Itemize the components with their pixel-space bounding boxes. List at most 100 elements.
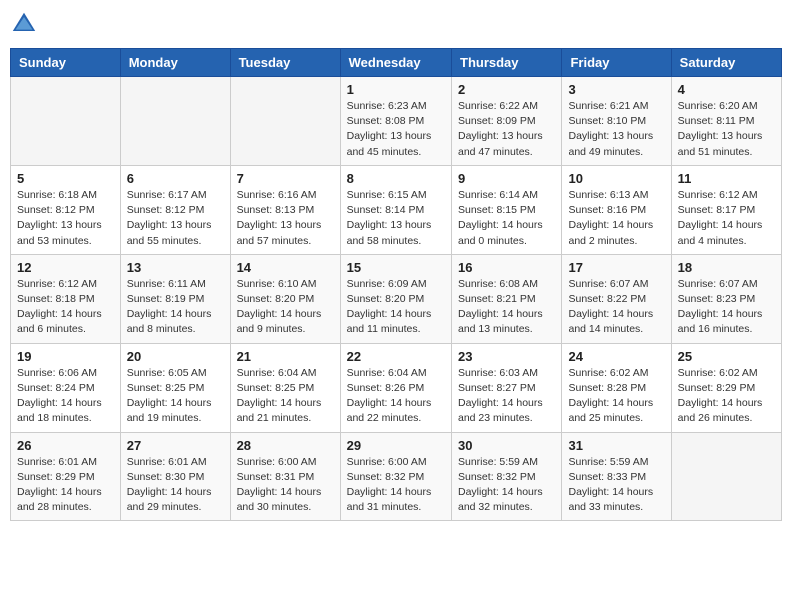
day-info: Sunrise: 6:11 AMSunset: 8:19 PMDaylight:… [127, 277, 224, 338]
calendar-week-row: 1 Sunrise: 6:23 AMSunset: 8:08 PMDaylight… [11, 77, 782, 166]
calendar-day-cell: 25 Sunrise: 6:02 AMSunset: 8:29 PMDayligh… [671, 343, 781, 432]
day-number: 6 [127, 171, 224, 186]
day-info: Sunrise: 6:17 AMSunset: 8:12 PMDaylight:… [127, 188, 224, 249]
calendar-week-row: 26 Sunrise: 6:01 AMSunset: 8:29 PMDayligh… [11, 432, 782, 521]
day-number: 2 [458, 82, 555, 97]
day-of-week-header: Thursday [452, 49, 562, 77]
calendar-day-cell: 6 Sunrise: 6:17 AMSunset: 8:12 PMDaylight… [120, 165, 230, 254]
calendar-day-cell: 24 Sunrise: 6:02 AMSunset: 8:28 PMDayligh… [562, 343, 671, 432]
calendar-day-cell: 29 Sunrise: 6:00 AMSunset: 8:32 PMDayligh… [340, 432, 451, 521]
day-info: Sunrise: 6:16 AMSunset: 8:13 PMDaylight:… [237, 188, 334, 249]
calendar-day-cell: 16 Sunrise: 6:08 AMSunset: 8:21 PMDayligh… [452, 254, 562, 343]
day-number: 28 [237, 438, 334, 453]
day-info: Sunrise: 5:59 AMSunset: 8:33 PMDaylight:… [568, 455, 664, 516]
day-info: Sunrise: 6:10 AMSunset: 8:20 PMDaylight:… [237, 277, 334, 338]
day-info: Sunrise: 6:07 AMSunset: 8:23 PMDaylight:… [678, 277, 775, 338]
day-number: 27 [127, 438, 224, 453]
day-number: 26 [17, 438, 114, 453]
day-number: 24 [568, 349, 664, 364]
calendar-day-cell: 7 Sunrise: 6:16 AMSunset: 8:13 PMDaylight… [230, 165, 340, 254]
day-number: 29 [347, 438, 445, 453]
day-info: Sunrise: 6:21 AMSunset: 8:10 PMDaylight:… [568, 99, 664, 160]
logo [10, 10, 42, 38]
day-info: Sunrise: 6:23 AMSunset: 8:08 PMDaylight:… [347, 99, 445, 160]
day-of-week-header: Saturday [671, 49, 781, 77]
day-number: 3 [568, 82, 664, 97]
calendar-day-cell: 5Sunrise: 6:18 AMSunset: 8:12 PMDaylight… [11, 165, 121, 254]
calendar-day-cell: 11Sunrise: 6:12 AMSunset: 8:17 PMDayligh… [671, 165, 781, 254]
calendar-day-cell: 1 Sunrise: 6:23 AMSunset: 8:08 PMDaylight… [340, 77, 451, 166]
day-number: 23 [458, 349, 555, 364]
calendar-day-cell [671, 432, 781, 521]
day-number: 30 [458, 438, 555, 453]
calendar-day-cell: 31Sunrise: 5:59 AMSunset: 8:33 PMDayligh… [562, 432, 671, 521]
day-number: 8 [347, 171, 445, 186]
calendar-day-cell: 3 Sunrise: 6:21 AMSunset: 8:10 PMDaylight… [562, 77, 671, 166]
day-info: Sunrise: 6:05 AMSunset: 8:25 PMDaylight:… [127, 366, 224, 427]
calendar-day-cell: 15 Sunrise: 6:09 AMSunset: 8:20 PMDayligh… [340, 254, 451, 343]
calendar-day-cell: 19 Sunrise: 6:06 AMSunset: 8:24 PMDayligh… [11, 343, 121, 432]
day-info: Sunrise: 6:22 AMSunset: 8:09 PMDaylight:… [458, 99, 555, 160]
day-number: 19 [17, 349, 114, 364]
day-number: 21 [237, 349, 334, 364]
calendar-day-cell [230, 77, 340, 166]
day-of-week-header: Tuesday [230, 49, 340, 77]
day-info: Sunrise: 6:00 AMSunset: 8:32 PMDaylight:… [347, 455, 445, 516]
day-number: 13 [127, 260, 224, 275]
calendar-week-row: 19 Sunrise: 6:06 AMSunset: 8:24 PMDayligh… [11, 343, 782, 432]
day-info: Sunrise: 6:00 AMSunset: 8:31 PMDaylight:… [237, 455, 334, 516]
day-of-week-header: Friday [562, 49, 671, 77]
calendar-day-cell: 9 Sunrise: 6:14 AMSunset: 8:15 PMDaylight… [452, 165, 562, 254]
day-number: 10 [568, 171, 664, 186]
day-number: 16 [458, 260, 555, 275]
calendar-day-cell: 14 Sunrise: 6:10 AMSunset: 8:20 PMDayligh… [230, 254, 340, 343]
day-number: 7 [237, 171, 334, 186]
calendar-day-cell: 28 Sunrise: 6:00 AMSunset: 8:31 PMDayligh… [230, 432, 340, 521]
day-number: 5 [17, 171, 114, 186]
calendar-week-row: 5Sunrise: 6:18 AMSunset: 8:12 PMDaylight… [11, 165, 782, 254]
calendar-day-cell: 26 Sunrise: 6:01 AMSunset: 8:29 PMDayligh… [11, 432, 121, 521]
day-info: Sunrise: 6:15 AMSunset: 8:14 PMDaylight:… [347, 188, 445, 249]
day-number: 18 [678, 260, 775, 275]
day-number: 12 [17, 260, 114, 275]
calendar-day-cell: 17Sunrise: 6:07 AMSunset: 8:22 PMDayligh… [562, 254, 671, 343]
page-header [10, 10, 782, 38]
day-info: Sunrise: 6:02 AMSunset: 8:28 PMDaylight:… [568, 366, 664, 427]
day-info: Sunrise: 6:08 AMSunset: 8:21 PMDaylight:… [458, 277, 555, 338]
calendar-day-cell: 23Sunrise: 6:03 AMSunset: 8:27 PMDayligh… [452, 343, 562, 432]
day-info: Sunrise: 6:12 AMSunset: 8:18 PMDaylight:… [17, 277, 114, 338]
calendar-day-cell: 13 Sunrise: 6:11 AMSunset: 8:19 PMDayligh… [120, 254, 230, 343]
calendar-day-cell: 27 Sunrise: 6:01 AMSunset: 8:30 PMDayligh… [120, 432, 230, 521]
day-info: Sunrise: 6:12 AMSunset: 8:17 PMDaylight:… [678, 188, 775, 249]
day-info: Sunrise: 6:04 AMSunset: 8:25 PMDaylight:… [237, 366, 334, 427]
day-number: 20 [127, 349, 224, 364]
day-info: Sunrise: 6:20 AMSunset: 8:11 PMDaylight:… [678, 99, 775, 160]
calendar-day-cell: 10Sunrise: 6:13 AMSunset: 8:16 PMDayligh… [562, 165, 671, 254]
calendar-day-cell [120, 77, 230, 166]
day-number: 14 [237, 260, 334, 275]
calendar-day-cell: 8 Sunrise: 6:15 AMSunset: 8:14 PMDaylight… [340, 165, 451, 254]
day-info: Sunrise: 6:02 AMSunset: 8:29 PMDaylight:… [678, 366, 775, 427]
calendar-day-cell: 22Sunrise: 6:04 AMSunset: 8:26 PMDayligh… [340, 343, 451, 432]
calendar-day-cell: 12 Sunrise: 6:12 AMSunset: 8:18 PMDayligh… [11, 254, 121, 343]
day-number: 9 [458, 171, 555, 186]
day-info: Sunrise: 6:01 AMSunset: 8:30 PMDaylight:… [127, 455, 224, 516]
day-info: Sunrise: 6:14 AMSunset: 8:15 PMDaylight:… [458, 188, 555, 249]
day-number: 17 [568, 260, 664, 275]
day-of-week-header: Wednesday [340, 49, 451, 77]
day-number: 22 [347, 349, 445, 364]
calendar-day-cell: 18 Sunrise: 6:07 AMSunset: 8:23 PMDayligh… [671, 254, 781, 343]
day-info: Sunrise: 6:01 AMSunset: 8:29 PMDaylight:… [17, 455, 114, 516]
calendar-week-row: 12 Sunrise: 6:12 AMSunset: 8:18 PMDayligh… [11, 254, 782, 343]
calendar-day-cell: 30Sunrise: 5:59 AMSunset: 8:32 PMDayligh… [452, 432, 562, 521]
day-number: 25 [678, 349, 775, 364]
calendar-day-cell: 21 Sunrise: 6:04 AMSunset: 8:25 PMDayligh… [230, 343, 340, 432]
day-info: Sunrise: 6:09 AMSunset: 8:20 PMDaylight:… [347, 277, 445, 338]
calendar-table: SundayMondayTuesdayWednesdayThursdayFrid… [10, 48, 782, 521]
calendar-day-cell: 4Sunrise: 6:20 AMSunset: 8:11 PMDaylight… [671, 77, 781, 166]
day-number: 15 [347, 260, 445, 275]
day-number: 1 [347, 82, 445, 97]
calendar-day-cell [11, 77, 121, 166]
day-of-week-header: Sunday [11, 49, 121, 77]
day-info: Sunrise: 6:06 AMSunset: 8:24 PMDaylight:… [17, 366, 114, 427]
